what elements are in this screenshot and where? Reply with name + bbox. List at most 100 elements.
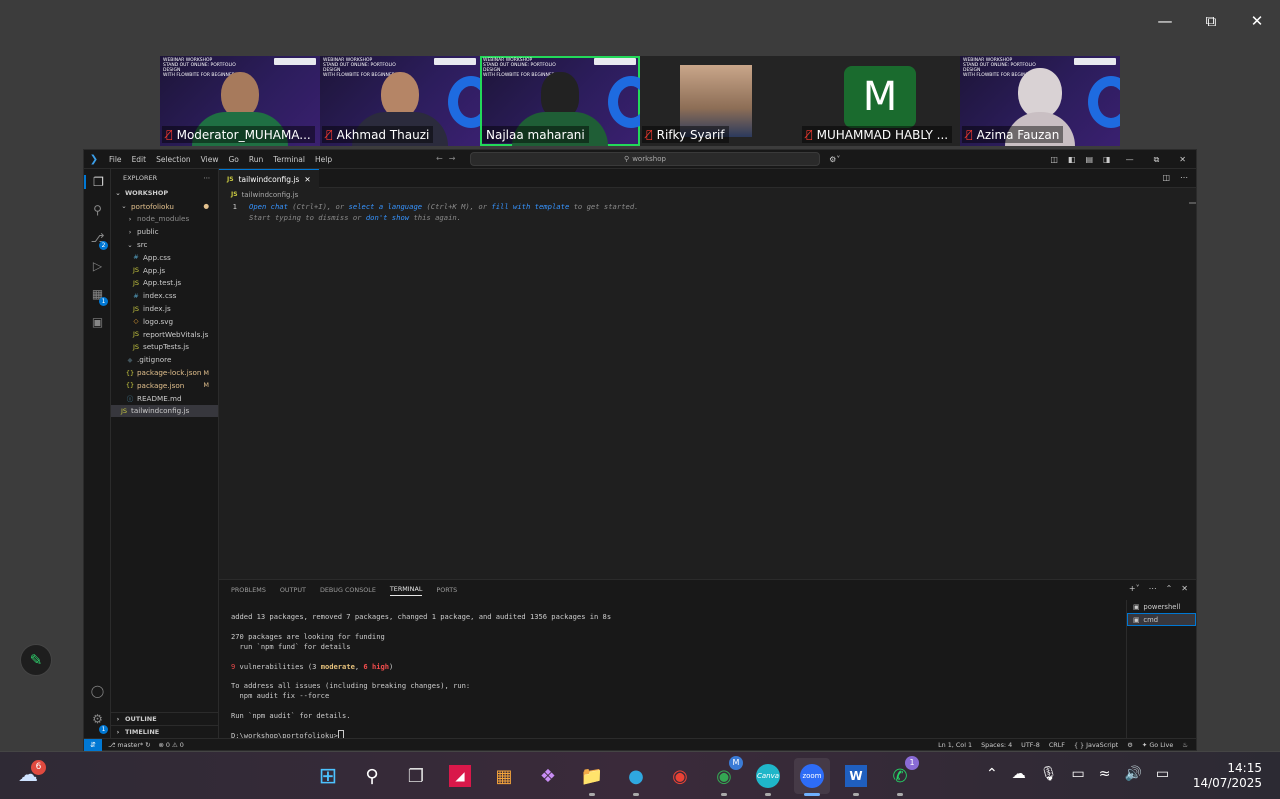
tree-item[interactable]: {} package-lock.json M (111, 366, 218, 379)
participant-tile[interactable]: 🎙̸ Rifky Syarif (640, 56, 800, 146)
split-editor-icon[interactable]: ◫ (1162, 173, 1170, 182)
toggle-panel-icon[interactable]: ▤ (1080, 155, 1098, 164)
timeline-section[interactable]: › TIMELINE (111, 725, 218, 738)
canva-app[interactable]: Canva (750, 758, 786, 796)
tree-item[interactable]: JS index.js (111, 302, 218, 315)
more-actions-icon[interactable]: ⋯ (1149, 584, 1157, 593)
toggle-sidebar-icon[interactable]: ◧ (1063, 155, 1081, 164)
cursor-position[interactable]: Ln 1, Col 1 (938, 741, 972, 749)
chrome-app[interactable]: ◉ (662, 758, 698, 794)
terminal-output[interactable]: added 13 packages, removed 7 packages, c… (231, 612, 1116, 741)
tree-item[interactable]: › node_modules (111, 213, 218, 226)
microphone-icon[interactable]: 🎙 (1040, 766, 1058, 782)
tree-item[interactable]: ⌄ portofolioku ● (111, 200, 218, 213)
command-center[interactable]: ⚲ workshop (470, 152, 820, 166)
close-tab-icon[interactable]: ✕ (304, 175, 310, 184)
run-debug-icon[interactable]: ▷ (84, 259, 111, 273)
menu-edit[interactable]: Edit (127, 155, 152, 164)
tree-item[interactable]: ⓘ README.md (111, 392, 218, 405)
terminal-cmd[interactable]: ▣ cmd (1127, 613, 1196, 626)
menu-selection[interactable]: Selection (151, 155, 196, 164)
new-terminal-icon[interactable]: +˅ (1129, 584, 1140, 593)
tree-item[interactable]: › public (111, 225, 218, 238)
breadcrumb[interactable]: JS tailwindconfig.js (219, 188, 1196, 201)
nav-arrows[interactable]: ←→ (436, 154, 461, 163)
tree-item[interactable]: # index.css (111, 289, 218, 302)
terminal-powershell[interactable]: ▣ powershell (1127, 600, 1196, 613)
remote-explorer-icon[interactable]: ▣ (84, 315, 111, 329)
annotate-pencil-button[interactable]: ✎ (20, 644, 52, 676)
notifications-icon[interactable]: ♨ (1182, 741, 1188, 749)
account-icon[interactable]: ◯ (84, 684, 111, 698)
microsoft-store-app[interactable]: ▦ (486, 758, 522, 794)
toggle-secondary-sidebar-icon[interactable]: ◨ (1098, 155, 1116, 164)
tree-item[interactable]: {} package.json M (111, 379, 218, 392)
minimize-icon[interactable]: — (1116, 155, 1144, 164)
tree-item[interactable]: JS App.test.js (111, 277, 218, 290)
editor-tab[interactable]: JS tailwindconfig.js ✕ (219, 169, 319, 188)
task-view-button[interactable]: ❐ (398, 758, 434, 794)
explorer-icon[interactable]: ❐ (84, 175, 111, 189)
tree-item[interactable]: ◆ .gitignore (111, 353, 218, 366)
scrollbar[interactable] (1189, 202, 1196, 204)
whatsapp-app[interactable]: ✆ 1 (882, 756, 919, 796)
workspace-folder[interactable]: ⌄ WORKSHOP (111, 187, 218, 200)
settings-gear-icon[interactable]: ⚙ (84, 712, 111, 726)
indentation-status[interactable]: Spaces: 4 (981, 741, 1012, 749)
participant-tile[interactable]: WEBINAR WORKSHOP STAND OUT ONLINE: PORTF… (960, 56, 1120, 146)
maximize-panel-icon[interactable]: ⌃ (1166, 584, 1173, 593)
chrome-profile-app[interactable]: ◉ M (706, 756, 743, 796)
amd-software-app[interactable]: ◢ (442, 758, 478, 794)
more-actions-icon[interactable]: ⋯ (204, 174, 211, 182)
tree-item[interactable]: JS App.js (111, 264, 218, 277)
menu-go[interactable]: Go (223, 155, 243, 164)
tab-ports[interactable]: PORTS (436, 586, 457, 594)
language-mode[interactable]: { } JavaScript (1074, 741, 1118, 749)
close-panel-icon[interactable]: ✕ (1181, 584, 1188, 593)
eol-status[interactable]: CRLF (1049, 741, 1065, 749)
tab-output[interactable]: OUTPUT (280, 586, 306, 594)
battery-icon[interactable]: ▭ (1156, 766, 1169, 782)
fill-template-link[interactable]: fill with template (491, 202, 569, 211)
menu-view[interactable]: View (196, 155, 224, 164)
tree-item[interactable]: JS tailwindconfig.js (111, 404, 218, 418)
outline-section[interactable]: › OUTLINE (111, 712, 218, 725)
search-icon[interactable]: ⚲ (84, 203, 111, 217)
zoom-app[interactable]: zoom (794, 758, 830, 796)
tab-problems[interactable]: PROBLEMS (231, 586, 266, 594)
menu-file[interactable]: File (104, 155, 127, 164)
tree-item[interactable]: ◇ logo.svg (111, 315, 218, 328)
dont-show-link[interactable]: don't show (366, 213, 409, 222)
network-status-icon[interactable]: ☁ (1012, 766, 1026, 782)
select-language-link[interactable]: select a language (349, 202, 423, 211)
word-app[interactable]: W (838, 758, 874, 796)
menu-run[interactable]: Run (244, 155, 268, 164)
tab-debug-console[interactable]: DEBUG CONSOLE (320, 586, 376, 594)
go-live-button[interactable]: ✦ Go Live (1142, 741, 1173, 749)
close-icon[interactable]: ✕ (1234, 8, 1280, 34)
volume-icon[interactable]: 🔊 (1124, 766, 1141, 782)
layout-icon[interactable]: ◫ (1045, 155, 1063, 164)
menu-terminal[interactable]: Terminal (268, 155, 310, 164)
restore-icon[interactable]: ⧉ (1144, 155, 1170, 165)
start-button[interactable]: ⊞ (310, 758, 346, 794)
copilot-status-icon[interactable]: ⚙ (1127, 741, 1133, 749)
menu-help[interactable]: Help (310, 155, 337, 164)
participant-tile[interactable]: M 🎙̸ MUHAMMAD HABLY ... (800, 56, 960, 146)
file-explorer-app[interactable]: 📁 (574, 758, 610, 796)
tablet-icon[interactable]: ▭ (1072, 766, 1085, 782)
edge-app[interactable]: ● (618, 758, 654, 796)
tree-item[interactable]: JS reportWebVitals.js (111, 328, 218, 341)
tab-terminal[interactable]: TERMINAL (389, 585, 423, 596)
problems-status[interactable]: ⊗ 0 ⚠ 0 (159, 741, 184, 749)
minimize-icon[interactable]: — (1142, 8, 1188, 34)
close-icon[interactable]: ✕ (1169, 155, 1196, 164)
copilot-icon[interactable]: ⚙˅ (824, 155, 845, 164)
open-chat-link[interactable]: Open chat (249, 202, 288, 211)
remote-indicator-icon[interactable]: ⇵ (84, 738, 102, 751)
participant-tile[interactable]: WEBINAR WORKSHOP STAND OUT ONLINE: PORTF… (160, 56, 320, 146)
copilot-app[interactable]: ❖ (530, 758, 566, 794)
more-actions-icon[interactable]: ⋯ (1180, 173, 1188, 182)
clock[interactable]: 14:15 14/07/2025 (1193, 761, 1262, 791)
tree-item[interactable]: ⌄ src (111, 238, 218, 251)
